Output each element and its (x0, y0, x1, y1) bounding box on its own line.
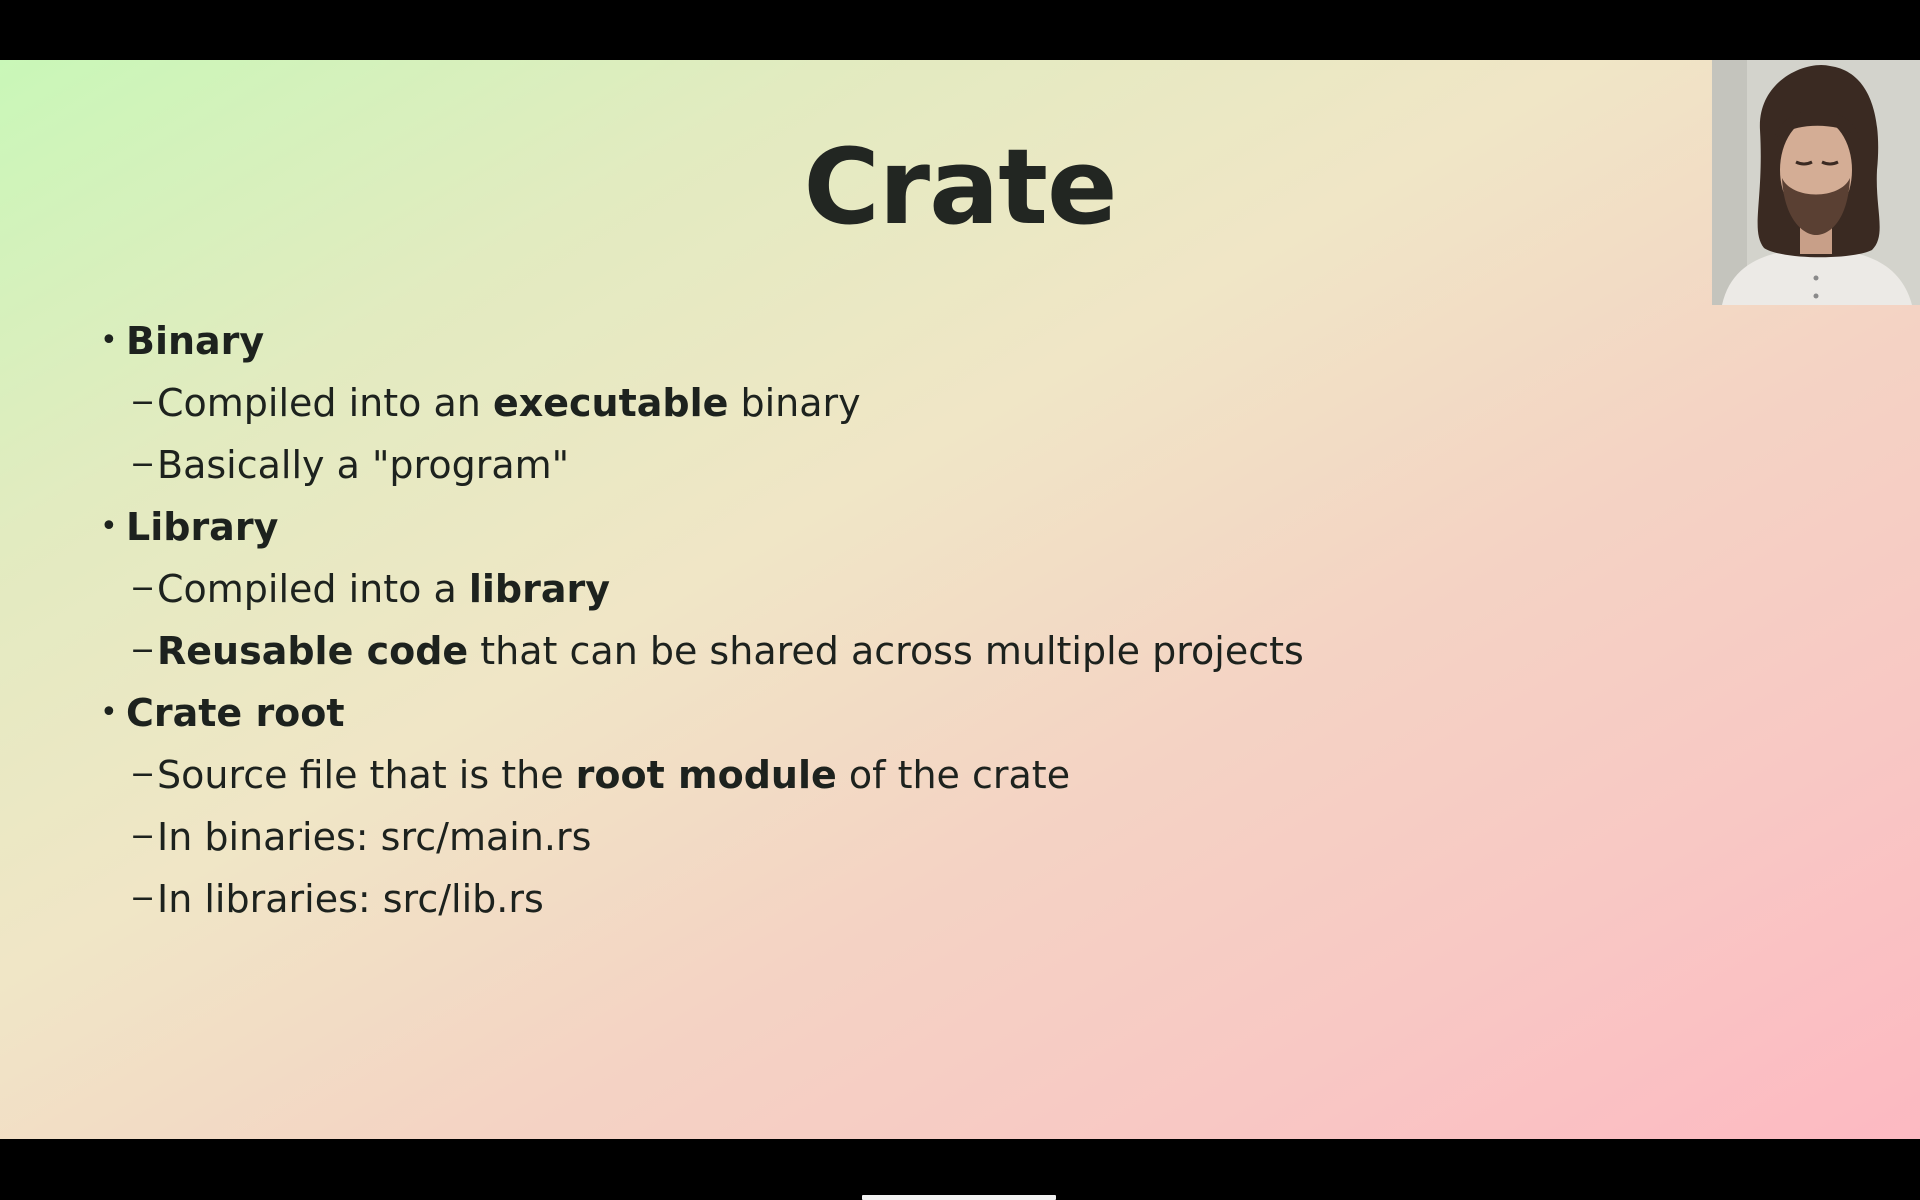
sub-bullet-item: − Basically a "program" (100, 434, 1600, 496)
presenter-webcam-icon (1712, 60, 1920, 305)
sub-bullet-text-post: of the crate (836, 753, 1071, 797)
sub-bullet-text-post: binary (728, 381, 861, 425)
dash-marker: − (130, 819, 156, 854)
sub-bullet-item: − Compiled into a library (100, 558, 1600, 620)
dash-marker: − (130, 633, 156, 668)
sub-bullet-text-bold: root module (575, 753, 837, 797)
bullet-label: Crate root (126, 691, 345, 735)
dash-marker: − (130, 757, 156, 792)
sub-bullet-text-bold: executable (492, 381, 729, 425)
sub-bullet-item: − Source file that is the root module of… (100, 744, 1600, 806)
sub-bullet-text-bold: library (468, 567, 611, 611)
sub-bullet-text-pre: In binaries: src/main.rs (157, 815, 592, 859)
bullet-label: Binary (126, 319, 265, 363)
sub-bullet-text-pre: Compiled into an (157, 381, 493, 425)
sub-bullet-text-post: that can be shared across multiple proje… (468, 629, 1304, 673)
sub-bullet-text-pre: In libraries: src/lib.rs (157, 877, 544, 921)
sub-bullet-text-pre: Source file that is the (157, 753, 576, 797)
dash-marker: − (130, 385, 156, 420)
presenter-webcam (1712, 60, 1920, 305)
sub-bullet-item: − Compiled into an executable binary (100, 372, 1600, 434)
dash-marker: − (130, 571, 156, 606)
bullet-item-library: • Library (100, 496, 1600, 558)
bullet-label: Library (126, 505, 279, 549)
presentation-slide: Crate • Binary − Compiled into an execut… (0, 60, 1920, 1139)
video-player-screen: Crate • Binary − Compiled into an execut… (0, 0, 1920, 1200)
bullet-item-binary: • Binary (100, 310, 1600, 372)
sub-bullet-text-pre: Compiled into a (157, 567, 469, 611)
sub-bullet-text-pre: Basically a "program" (157, 443, 570, 487)
dash-marker: − (130, 447, 156, 482)
sub-bullet-item: − In libraries: src/lib.rs (100, 868, 1600, 930)
dash-marker: − (130, 881, 156, 916)
bullet-list: • Binary − Compiled into an executable b… (100, 310, 1600, 930)
bullet-marker: • (100, 509, 118, 544)
sub-bullet-text-bold: Reusable code (157, 629, 469, 673)
letterbox-bottom (0, 1139, 1920, 1200)
slide-title: Crate (803, 126, 1117, 248)
bullet-marker: • (100, 695, 118, 730)
sub-bullet-item: − In binaries: src/main.rs (100, 806, 1600, 868)
sub-bullet-item: − Reusable code that can be shared acros… (100, 620, 1600, 682)
bullet-marker: • (100, 323, 118, 358)
playback-progress-indicator[interactable] (862, 1195, 1056, 1200)
letterbox-top (0, 0, 1920, 60)
bullet-item-crate-root: • Crate root (100, 682, 1600, 744)
